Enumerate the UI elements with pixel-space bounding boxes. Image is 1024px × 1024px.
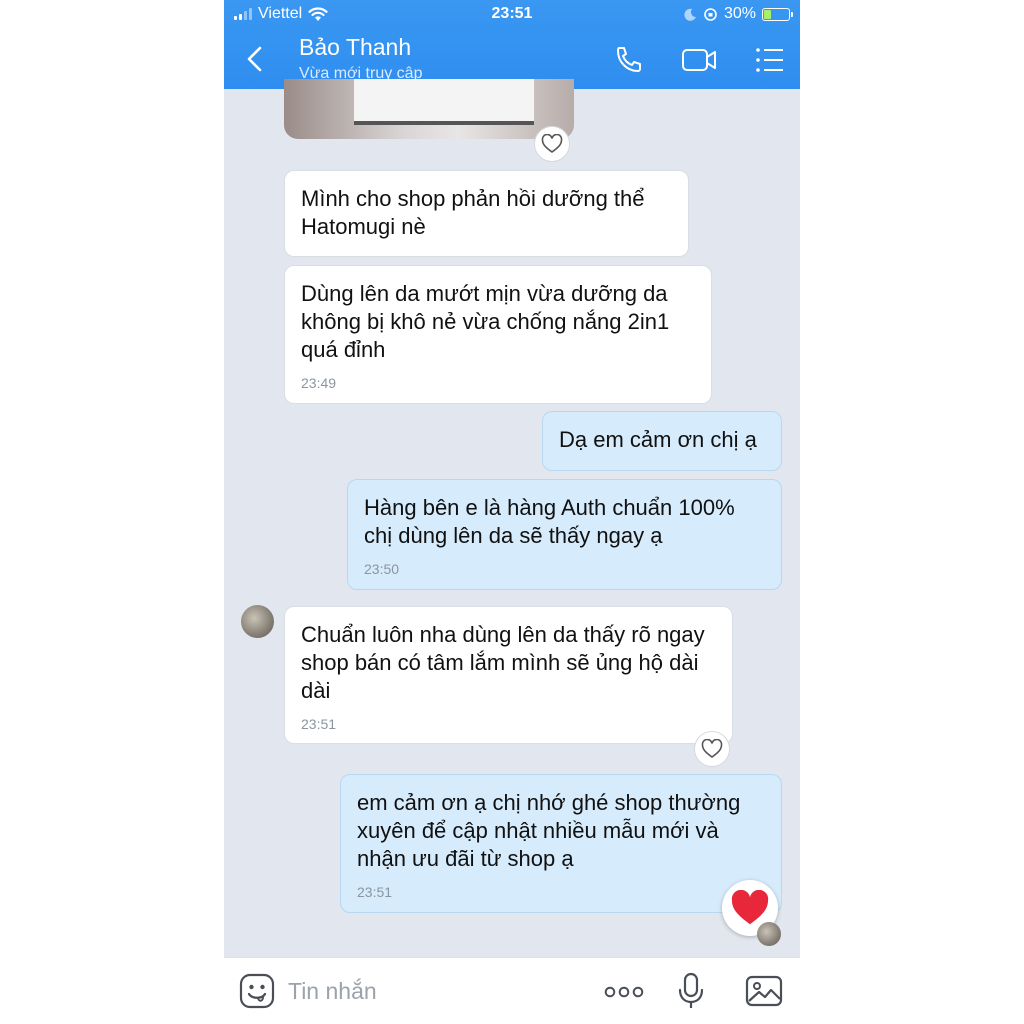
message-text: Chuẩn luôn nha dùng lên da thấy rõ ngay … xyxy=(301,622,705,703)
message-time: 23:49 xyxy=(301,375,337,391)
contact-avatar[interactable] xyxy=(241,605,274,638)
status-bar: Viettel 23:51 30% xyxy=(224,0,800,28)
message-bubble[interactable]: Mình cho shop phản hồi dưỡng thể Hatomug… xyxy=(284,170,689,257)
sticker-icon[interactable] xyxy=(238,972,276,1010)
message-time: 23:51 xyxy=(301,716,337,732)
heart-outline-icon[interactable] xyxy=(694,731,730,767)
message-input[interactable] xyxy=(288,974,588,1008)
message-time: 23:50 xyxy=(364,561,400,577)
microphone-icon[interactable] xyxy=(676,972,706,1010)
message-input-bar xyxy=(224,957,800,1024)
message-text: Dùng lên da mướt mịn vừa dưỡng da không … xyxy=(301,281,670,362)
message-text: Hàng bên e là hàng Auth chuẩn 100% chị d… xyxy=(364,495,735,548)
message-time: 23:51 xyxy=(357,884,393,900)
orientation-lock-icon xyxy=(704,7,717,21)
heart-outline-icon[interactable] xyxy=(534,126,570,162)
seen-avatar xyxy=(757,922,781,946)
phone-icon[interactable] xyxy=(609,40,649,80)
image-message[interactable] xyxy=(284,79,574,139)
message-text: em cảm ơn ạ chị nhớ ghé shop thường xuyê… xyxy=(357,790,741,871)
message-text: Mình cho shop phản hồi dưỡng thể Hatomug… xyxy=(301,186,645,239)
message-bubble[interactable]: em cảm ơn ạ chị nhớ ghé shop thường xuyê… xyxy=(340,774,782,913)
gallery-icon[interactable] xyxy=(744,974,784,1008)
message-list[interactable]: Mình cho shop phản hồi dưỡng thể Hatomug… xyxy=(224,79,800,957)
more-icon[interactable] xyxy=(602,978,646,1006)
menu-list-icon[interactable] xyxy=(749,40,789,80)
video-icon[interactable] xyxy=(679,40,719,80)
message-bubble[interactable]: Dạ em cảm ơn chị ạ xyxy=(542,411,782,471)
back-icon[interactable] xyxy=(240,42,268,76)
battery-percent: 30% xyxy=(723,5,756,22)
moon-icon xyxy=(684,8,696,21)
battery-icon xyxy=(762,7,793,21)
message-bubble[interactable]: Dùng lên da mướt mịn vừa dưỡng da không … xyxy=(284,265,712,404)
chat-screen: Viettel 23:51 30% Bảo Thanh Vừa mới truy… xyxy=(224,0,800,1024)
message-bubble[interactable]: Chuẩn luôn nha dùng lên da thấy rõ ngay … xyxy=(284,606,733,744)
chat-header: Viettel 23:51 30% Bảo Thanh Vừa mới truy… xyxy=(224,0,800,89)
message-bubble[interactable]: Hàng bên e là hàng Auth chuẩn 100% chị d… xyxy=(347,479,782,590)
message-text: Dạ em cảm ơn chị ạ xyxy=(559,427,757,452)
contact-name[interactable]: Bảo Thanh xyxy=(299,34,411,61)
